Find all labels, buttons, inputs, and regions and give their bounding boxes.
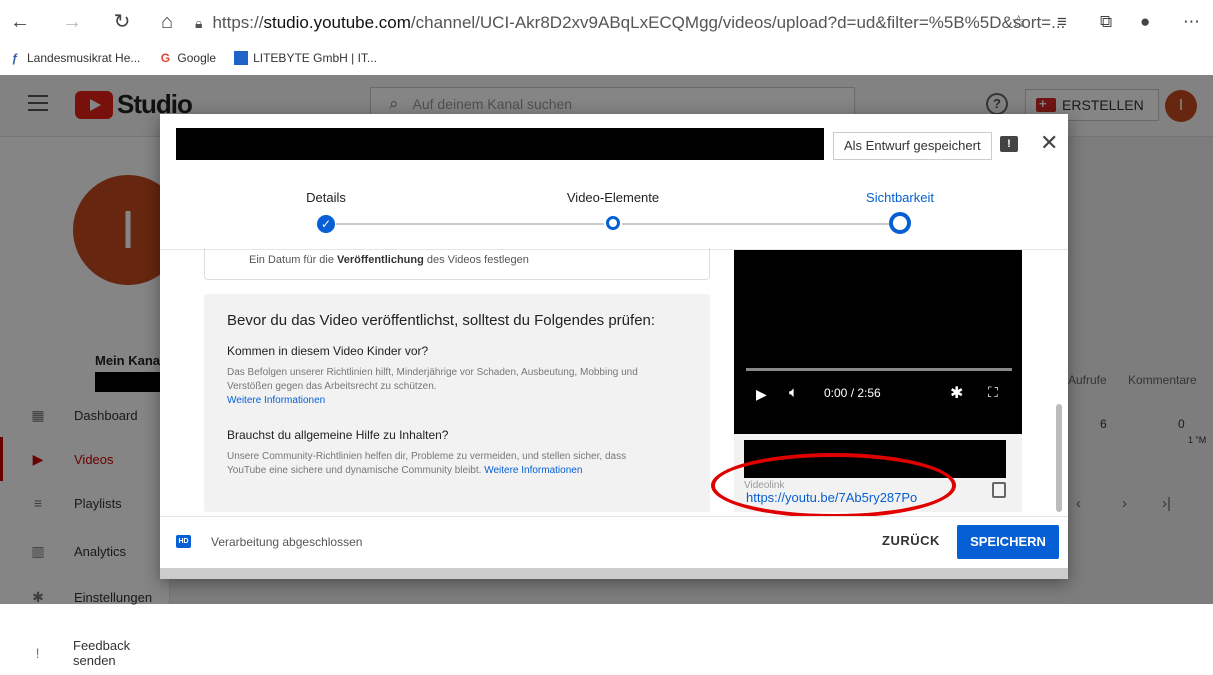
annotation-circle [711,453,956,518]
back-button[interactable]: ZURÜCK [882,533,940,548]
scrollbar-thumb[interactable] [1056,404,1062,512]
gear-icon[interactable]: ✱ [950,383,963,403]
checkmark-icon[interactable]: ✓ [317,215,335,233]
back-arrow-icon[interactable]: ← [8,10,32,34]
schedule-text-bold: Veröffentlichung [337,254,424,266]
more-info-link[interactable]: Weitere Informationen [227,395,325,406]
upload-dialog: Als Entwurf gespeichert ! ✕ Details Vide… [160,114,1068,579]
more-menu-icon[interactable]: ⋯ [1183,10,1200,34]
processing-status: Verarbeitung abgeschlossen [211,535,363,549]
google-icon: G [160,51,171,65]
draft-saved-badge: Als Entwurf gespeichert [833,132,992,160]
schedule-text: des Videos festlegen [423,254,529,266]
feedback-icon: ! [35,645,40,661]
more-info-link[interactable]: Weitere Informationen [484,465,582,476]
step-video-elements-dot[interactable] [606,216,620,230]
url-path: /channel/UCI-Akr8D2xv9ABqLxECQMgg/videos… [410,13,1066,32]
copy-icon[interactable] [992,482,1006,498]
hd-icon: HD [176,535,191,548]
save-button[interactable]: SPEICHERN [957,525,1059,559]
url-prefix: https:// [212,13,264,32]
step-video-elements-label[interactable]: Video-Elemente [567,190,659,205]
bookmark-label: LITEBYTE GmbH | IT... [253,51,377,65]
kids-question: Kommen in diesem Video Kinder vor? [227,344,429,358]
step-connector [622,223,890,225]
step-connector [336,223,604,225]
bookmarks-bar: ƒ Landesmusikrat He... G Google LITEBYTE… [0,44,1213,72]
sidebar-item-feedback[interactable]: ! Feedback senden [0,631,170,675]
feedback-icon[interactable]: ! [1000,136,1018,152]
close-icon[interactable]: ✕ [1040,132,1058,154]
play-icon[interactable]: ▶ [756,386,767,403]
sidebar-item-label: Feedback senden [73,638,131,668]
bookmark-google[interactable]: G Google [158,51,216,65]
step-visibility-dot[interactable] [889,212,911,234]
browser-toolbar: ← → ↻ ⌂ 🔒︎ https://studio.youtube.com/ch… [0,0,1213,44]
schedule-text: Ein Datum für die [249,254,338,266]
collections-icon[interactable]: ⧉ [1100,10,1112,34]
video-preview-player[interactable]: ▶ 🔈︎ 0:00 / 2:56 ✱ ⛶ [734,250,1022,434]
litebyte-icon [234,51,249,65]
checklist-title: Bevor du das Video veröffentlichst, soll… [227,312,656,329]
schedule-option[interactable]: Ein Datum für die Veröffentlichung des V… [204,248,710,280]
volume-icon[interactable]: 🔈︎ [789,384,798,401]
favorites-list-icon[interactable]: ≡ [1057,10,1067,34]
video-time: 0:00 / 2:56 [824,386,881,400]
dialog-footer: HD Verarbeitung abgeschlossen ZURÜCK SPE… [160,516,1068,568]
bookmark-favicon-icon: ƒ [11,51,19,65]
bookmark-label: Landesmusikrat He... [27,51,141,65]
kids-info-text: Das Befolgen unserer Richtlinien hilft, … [227,366,647,408]
bookmark-label: Google [177,51,217,65]
fullscreen-icon[interactable]: ⛶ [988,384,998,401]
reload-icon[interactable]: ↻ [110,10,134,34]
dialog-bottom-edge [160,568,1068,579]
url-host: studio.youtube.com [263,13,411,32]
step-details-label[interactable]: Details [306,190,346,205]
profile-icon[interactable]: ● [1140,10,1150,34]
kids-info-body: Das Befolgen unserer Richtlinien hilft, … [227,367,638,392]
forward-arrow-icon[interactable]: → [60,10,84,34]
lock-icon: 🔒︎ [195,14,203,31]
video-progress-bar[interactable] [746,368,1012,371]
redacted-video-title [176,128,824,160]
step-visibility-label[interactable]: Sichtbarkeit [866,190,934,205]
community-info-text: Unsere Community-Richtlinien helfen dir,… [227,450,657,478]
prepublish-checklist: Bevor du das Video veröffentlichst, soll… [204,294,710,512]
bookmark-litebyte[interactable]: LITEBYTE GmbH | IT... [234,51,377,65]
address-bar[interactable]: 🔒︎ https://studio.youtube.com/channel/UC… [195,10,1065,36]
upload-stepper: Details Video-Elemente Sichtbarkeit ✓ [160,178,1068,250]
help-question: Brauchst du allgemeine Hilfe zu Inhalten… [227,428,449,442]
favorite-star-icon[interactable]: ☆ [1011,10,1026,34]
bookmark-landesmusikrat[interactable]: ƒ Landesmusikrat He... [8,51,141,65]
home-icon[interactable]: ⌂ [155,10,179,34]
